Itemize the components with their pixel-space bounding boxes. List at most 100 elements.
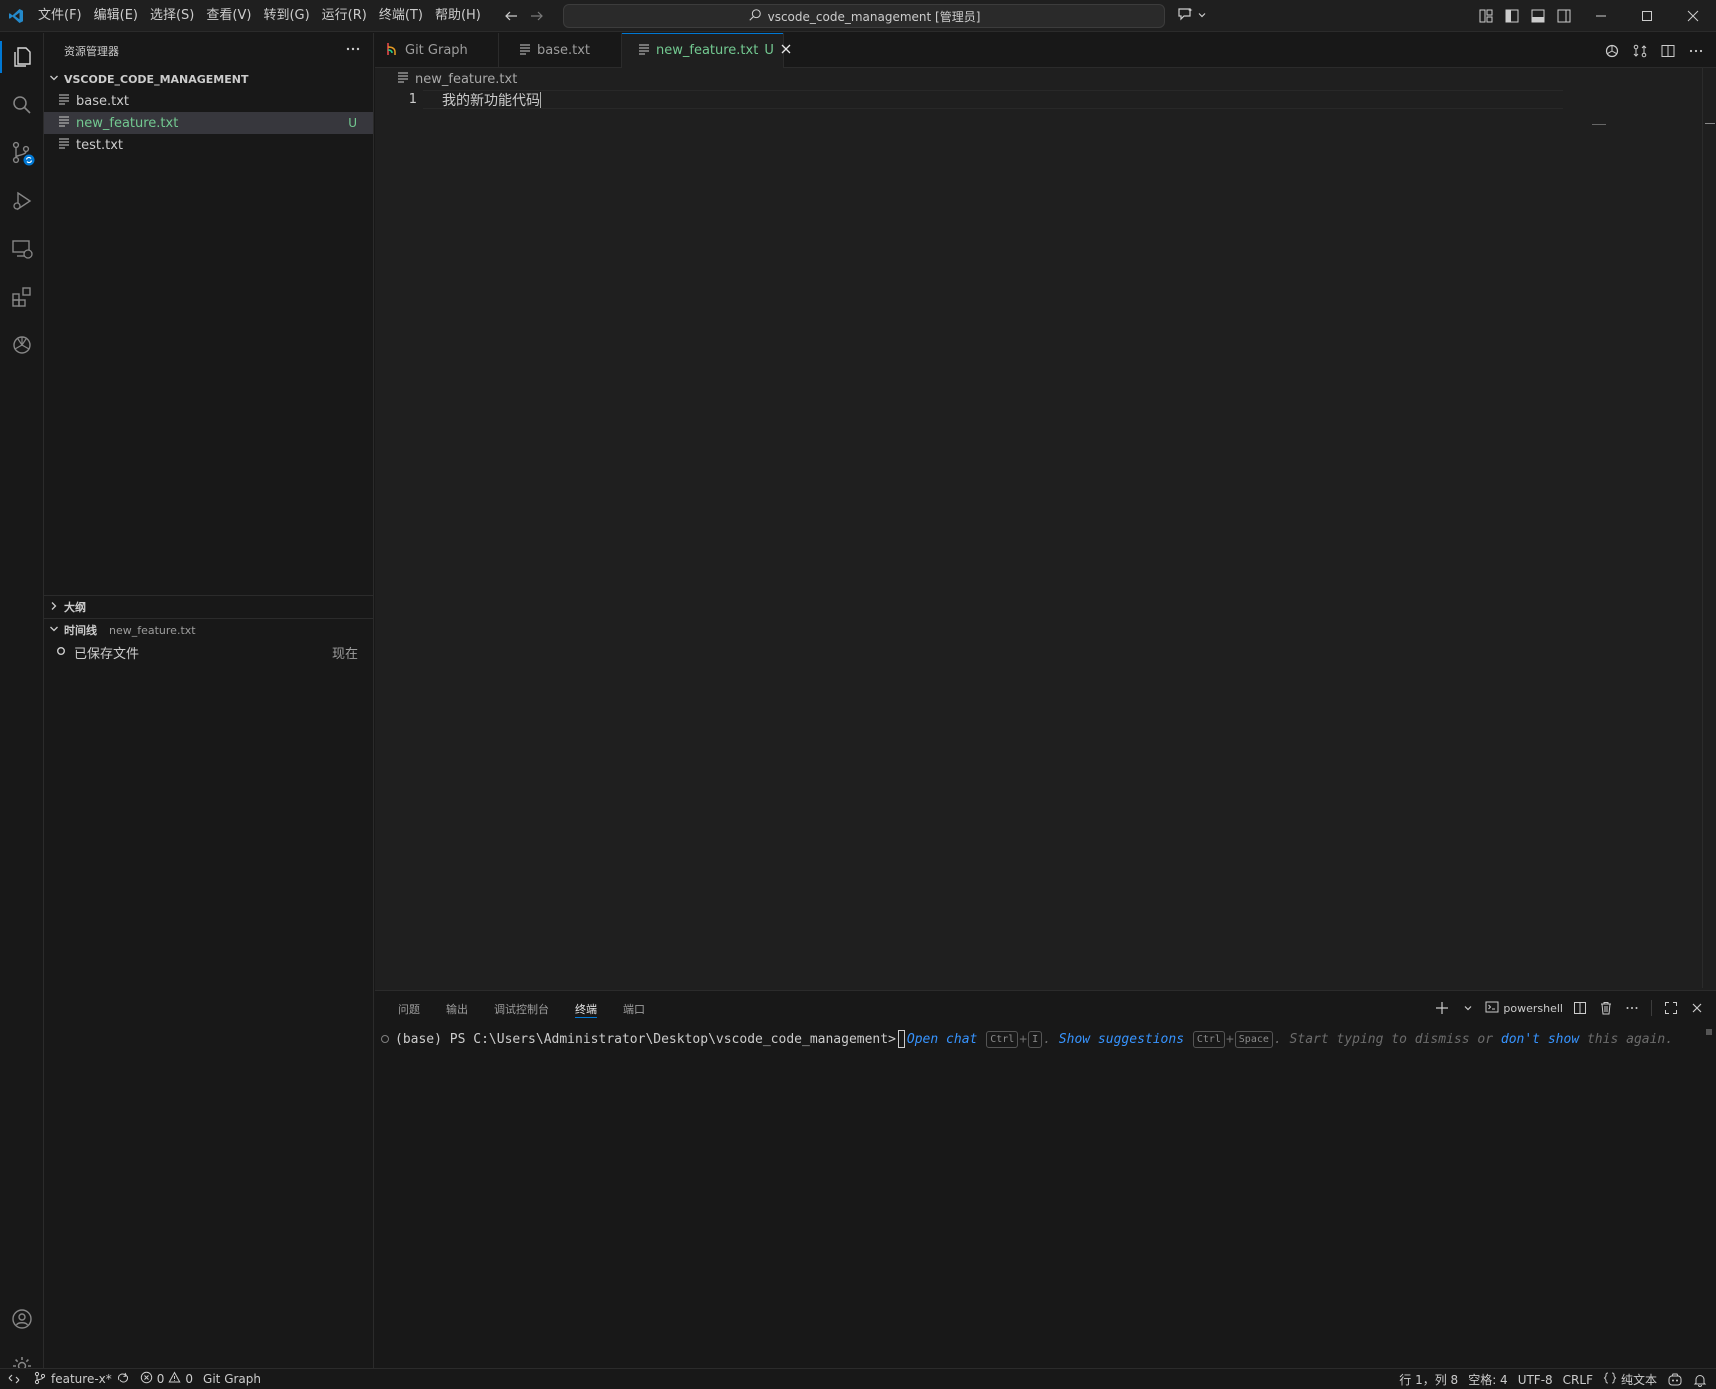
file-label: base.txt: [76, 93, 130, 109]
panel-tab-debug-console[interactable]: 调试控制台: [483, 991, 560, 1026]
timeline-entry-label: 已保存文件: [74, 646, 140, 662]
run-debug-icon[interactable]: [0, 179, 44, 223]
menu-terminal[interactable]: 终端(T): [373, 4, 429, 28]
branch-indicator[interactable]: feature-x*: [28, 1369, 135, 1389]
close-panel-icon[interactable]: [1686, 996, 1708, 1020]
encoding[interactable]: UTF-8: [1513, 1369, 1558, 1389]
tab-git-graph[interactable]: Git Graph: [375, 33, 499, 68]
show-suggestions-link[interactable]: Show suggestions: [1059, 1032, 1184, 1047]
terminal-output[interactable]: (base) PS C:\Users\Administrator\Desktop…: [381, 1029, 1673, 1049]
split-editor-icon[interactable]: [1656, 39, 1680, 63]
language-label: 纯文本: [1620, 1373, 1657, 1387]
more-actions-icon[interactable]: [1684, 39, 1708, 63]
open-changes-icon[interactable]: [1628, 39, 1652, 63]
cursor-position[interactable]: 行 1，列 8: [1394, 1369, 1463, 1389]
timeline-section-header[interactable]: 时间线 new_feature.txt: [44, 619, 374, 641]
warning-count: 0: [185, 1372, 194, 1386]
minimap[interactable]: [1592, 124, 1606, 125]
copilot-status-icon[interactable]: [1662, 1369, 1688, 1389]
customize-layout-icon[interactable]: [1474, 4, 1498, 28]
menu-help[interactable]: 帮助(H): [429, 4, 487, 28]
copilot-icon: [1177, 6, 1195, 26]
tab-base-txt[interactable]: base.txt: [499, 33, 622, 68]
editor-group: Git Graph base.txt new_feature.txt U new…: [375, 33, 1716, 990]
panel-tab-output[interactable]: 输出: [435, 991, 479, 1026]
git-graph-status-item[interactable]: Git Graph: [198, 1369, 266, 1389]
end-of-line[interactable]: CRLF: [1558, 1369, 1598, 1389]
remote-explorer-icon[interactable]: [0, 227, 44, 271]
problems-indicator[interactable]: 0 0: [135, 1369, 198, 1389]
maximize-icon[interactable]: [1624, 0, 1670, 32]
panel-tab-terminal[interactable]: 终端: [564, 991, 608, 1026]
git-graph-icon: [385, 42, 399, 60]
text-file-icon: [58, 137, 70, 153]
indentation[interactable]: 空格: 4: [1463, 1369, 1513, 1389]
menu-view[interactable]: 查看(V): [200, 4, 257, 28]
command-center-label: vscode_code_management [管理员]: [767, 9, 981, 24]
text-file-icon: [397, 71, 409, 87]
minimize-icon[interactable]: [1578, 0, 1624, 32]
bottom-panel: 问题 输出 调试控制台 终端 端口 powershell (base) PS C…: [375, 990, 1716, 1368]
explorer-icon[interactable]: [0, 35, 44, 79]
toggle-primary-sidebar-icon[interactable]: [1500, 4, 1524, 28]
more-actions-icon[interactable]: [345, 41, 361, 61]
code-line[interactable]: 1 我的新功能代码: [375, 90, 1716, 109]
kbd-space: Space: [1234, 1030, 1273, 1048]
project-folder-header[interactable]: VSCODE_CODE_MANAGEMENT: [44, 68, 373, 90]
chatgpt-icon[interactable]: [0, 323, 44, 367]
panel-tab-problems[interactable]: 问题: [387, 991, 431, 1026]
explorer-sidebar: 资源管理器 VSCODE_CODE_MANAGEMENT base.txt ne…: [44, 33, 374, 1368]
language-mode[interactable]: 纯文本: [1598, 1369, 1662, 1389]
tab-new-feature-txt[interactable]: new_feature.txt U: [622, 33, 791, 68]
toggle-panel-icon[interactable]: [1526, 4, 1550, 28]
notifications-bell-icon[interactable]: [1688, 1369, 1712, 1389]
editor-scrollbar[interactable]: [1702, 68, 1716, 988]
panel-tab-ports[interactable]: 端口: [612, 991, 656, 1026]
chevron-down-icon[interactable]: [1457, 996, 1479, 1020]
extensions-icon[interactable]: [0, 275, 44, 319]
terminal-cursor: [897, 1030, 905, 1048]
source-control-icon[interactable]: [0, 131, 44, 175]
menu-run[interactable]: 运行(R): [316, 4, 373, 28]
vscode-logo-icon: [0, 0, 32, 32]
close-tab-icon[interactable]: [780, 43, 792, 59]
menu-go[interactable]: 转到(G): [257, 4, 315, 28]
open-chat-link[interactable]: Open chat: [907, 1032, 977, 1047]
trash-icon[interactable]: [1595, 996, 1617, 1020]
terminal-scrollbar[interactable]: [1706, 1029, 1712, 1035]
remote-indicator-icon[interactable]: [0, 1369, 28, 1389]
tab-label: Git Graph: [405, 43, 468, 58]
copilot-chat-button[interactable]: [1174, 4, 1210, 28]
outline-section-header[interactable]: 大纲: [44, 596, 374, 618]
command-center[interactable]: vscode_code_management [管理员]: [563, 4, 1165, 28]
kbd-ctrl: Ctrl: [986, 1030, 1019, 1048]
split-terminal-icon[interactable]: [1569, 996, 1591, 1020]
close-window-icon[interactable]: [1670, 0, 1716, 32]
text-file-icon: [58, 115, 70, 131]
menu-edit[interactable]: 编辑(E): [88, 4, 144, 28]
toggle-secondary-sidebar-icon[interactable]: [1552, 4, 1576, 28]
line-number: 1: [408, 92, 417, 107]
dont-show-link[interactable]: don't show: [1501, 1032, 1579, 1047]
maximize-panel-icon[interactable]: [1660, 996, 1682, 1020]
menu-selection[interactable]: 选择(S): [144, 4, 200, 28]
forward-arrow-icon[interactable]: [525, 4, 549, 28]
file-item-test[interactable]: test.txt: [44, 134, 373, 156]
error-count: 0: [156, 1372, 165, 1386]
search-activity-icon[interactable]: [0, 83, 44, 127]
file-item-base[interactable]: base.txt: [44, 90, 373, 112]
menu-file[interactable]: 文件(F): [32, 4, 88, 28]
chevron-down-icon: [1197, 9, 1207, 24]
timeline-entry[interactable]: 已保存文件 现在: [44, 641, 374, 663]
back-arrow-icon[interactable]: [499, 4, 523, 28]
accounts-icon[interactable]: [0, 1297, 44, 1341]
untracked-badge: U: [348, 116, 357, 130]
more-actions-icon[interactable]: [1621, 996, 1643, 1020]
sidebar-title: 资源管理器: [64, 44, 119, 58]
terminal-shell-selector[interactable]: powershell: [1483, 996, 1565, 1020]
file-item-new-feature[interactable]: new_feature.txt U: [44, 112, 373, 134]
chatgpt-action-icon[interactable]: [1600, 39, 1624, 63]
breadcrumb[interactable]: new_feature.txt: [375, 68, 1716, 90]
new-terminal-icon[interactable]: [1431, 996, 1453, 1020]
command-status-icon: [381, 1035, 389, 1043]
